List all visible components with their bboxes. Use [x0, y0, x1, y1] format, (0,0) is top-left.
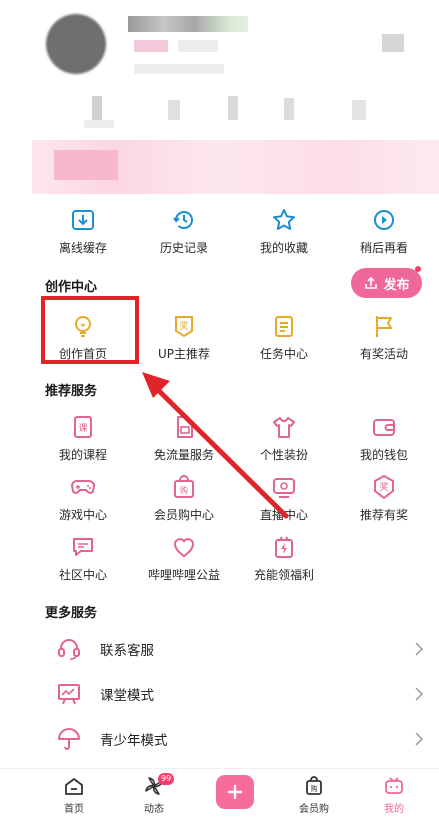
publish-label: 发布	[383, 277, 410, 293]
chevron-right-icon	[415, 642, 424, 656]
energy-gift-icon	[275, 536, 293, 558]
tab-home[interactable]: 首页	[44, 775, 104, 815]
plus-icon	[227, 784, 243, 800]
my-courses[interactable]: 课 我的课程	[33, 413, 133, 469]
quick-action-watch-later[interactable]: 稍后再看	[334, 206, 434, 262]
chat-bubble-icon	[73, 538, 93, 556]
creation-center-title: 创作中心	[45, 280, 98, 295]
live-center[interactable]: 直播中心	[234, 473, 334, 529]
quick-action-history[interactable]: 历史记录	[134, 206, 234, 262]
tab-dynamics[interactable]: 动态	[124, 775, 184, 815]
add-content-button[interactable]	[216, 775, 254, 809]
up-recommend[interactable]: 奖 UP主推荐	[134, 312, 234, 368]
course-book-icon: 课	[74, 416, 92, 438]
bottom-tab-bar: 首页 动态 购 会员购 我的	[0, 768, 439, 822]
blurred-coins	[134, 64, 224, 74]
blurred-stat-5	[352, 100, 366, 120]
svg-text:购: 购	[180, 485, 188, 495]
blurred-stat-label	[84, 120, 114, 128]
referral-rewards[interactable]: 奖 推荐有奖	[334, 473, 434, 529]
svg-text:奖: 奖	[179, 320, 188, 332]
award-icon: 奖	[175, 316, 193, 338]
more-item-classroom-mode[interactable]: 课堂模式	[46, 672, 424, 716]
charge-benefits[interactable]: 充能领福利	[234, 533, 334, 589]
data-free-service[interactable]: 免流量服务	[134, 413, 234, 469]
reward-badge-icon: 奖	[374, 475, 394, 499]
umbrella-icon	[58, 728, 80, 750]
wallet-icon	[373, 419, 395, 436]
chevron-right-icon	[415, 732, 424, 746]
more-services-title: 更多服务	[45, 606, 98, 621]
more-item-teen-mode[interactable]: 青少年模式	[46, 717, 424, 761]
profile-header[interactable]	[0, 0, 439, 200]
community-center[interactable]: 社区中心	[33, 533, 133, 589]
home-icon	[65, 778, 83, 795]
tshirt-icon	[273, 417, 295, 438]
publish-button[interactable]: 发布	[351, 268, 422, 298]
recommended-services-title: 推荐服务	[45, 384, 98, 399]
prize-activities[interactable]: 有奖活动	[334, 312, 434, 368]
tab-member-shop[interactable]: 购 会员购	[284, 775, 344, 815]
quick-action-favorites[interactable]: 我的收藏	[234, 206, 334, 262]
highlight-box	[41, 296, 139, 364]
blurred-stat-4	[284, 98, 294, 120]
task-list-icon	[275, 316, 293, 337]
play-later-icon	[374, 210, 394, 230]
headset-icon	[58, 639, 80, 660]
more-item-customer-service[interactable]: 联系客服	[46, 627, 424, 671]
svg-text:奖: 奖	[379, 481, 388, 493]
blurred-stat-1	[92, 96, 102, 120]
task-center[interactable]: 任务中心	[234, 312, 334, 368]
tab-mine[interactable]: 我的	[364, 775, 424, 815]
dynamics-badge: 99	[158, 773, 175, 785]
download-icon	[72, 210, 94, 230]
upload-icon	[365, 276, 378, 289]
tv-profile-icon	[385, 777, 403, 794]
avatar[interactable]	[46, 14, 106, 74]
personal-dress-up[interactable]: 个性装扮	[234, 413, 334, 469]
sim-card-icon	[177, 416, 193, 438]
blurred-stat-3	[228, 96, 238, 120]
member-shop-center[interactable]: 购 会员购中心	[134, 473, 234, 529]
bilibili-charity[interactable]: 哔哩哔哩公益	[134, 533, 234, 589]
classroom-icon	[58, 684, 80, 705]
my-wallet[interactable]: 我的钱包	[334, 413, 434, 469]
shop-icon: 购	[306, 776, 322, 795]
blurred-vip-tag	[134, 40, 168, 52]
chevron-right-icon	[415, 687, 424, 701]
quick-action-offline-cache[interactable]: 离线缓存	[33, 206, 133, 262]
shopping-bag-icon: 购	[174, 475, 194, 498]
svg-text:购: 购	[311, 784, 318, 793]
history-icon	[173, 211, 193, 229]
blurred-username	[128, 16, 248, 32]
heart-icon	[174, 538, 194, 557]
blurred-stat-2	[168, 100, 180, 120]
blurred-banner-text	[54, 150, 118, 180]
game-center[interactable]: 游戏中心	[33, 473, 133, 529]
flag-icon	[376, 316, 392, 337]
gamepad-icon	[70, 480, 96, 494]
publish-notification-dot	[415, 266, 421, 272]
star-icon	[273, 209, 295, 230]
blurred-qr	[382, 34, 404, 52]
svg-text:课: 课	[78, 423, 87, 434]
live-tv-icon	[273, 478, 295, 498]
blurred-level	[178, 40, 218, 52]
